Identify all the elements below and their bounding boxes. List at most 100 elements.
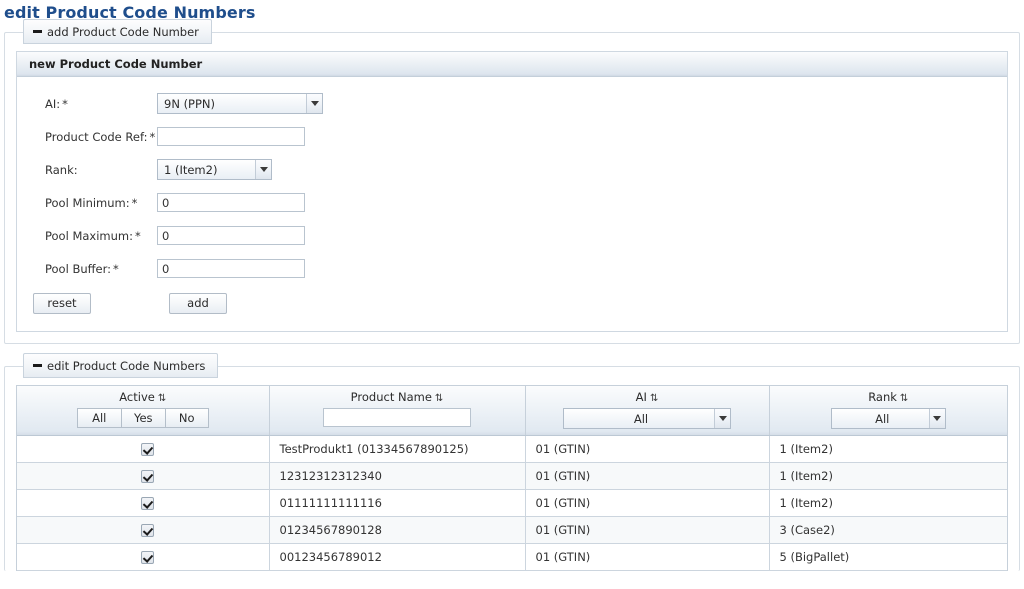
active-filter-all-button[interactable]: All	[76, 408, 121, 428]
sort-updown-icon[interactable]: ⇅	[435, 393, 443, 404]
form-buttons: reset add	[17, 287, 1007, 319]
label-pool-buffer-text: Pool Buffer:	[45, 261, 112, 276]
chevron-down-icon[interactable]	[255, 160, 271, 179]
cell-rank: 1 (Item2)	[769, 489, 1007, 517]
label-rank-required	[78, 163, 80, 177]
collapse-minus-icon[interactable]	[33, 29, 42, 33]
filter-ai: All	[526, 408, 769, 429]
label-product-code-ref-required: *	[149, 129, 156, 144]
edit-product-code-numbers-fieldset: edit Product Code Numbers Active ⇅ All Y…	[4, 353, 1020, 571]
column-header-active-label: Active	[119, 390, 155, 404]
ai-filter-select[interactable]: All	[563, 408, 731, 429]
form-row-pool-buffer: Pool Buffer: *	[17, 252, 1007, 285]
column-header-ai[interactable]: AI ⇅ All	[525, 386, 770, 436]
rank-select[interactable]: 1 (Item2)	[157, 159, 272, 180]
column-header-ai-label: AI	[635, 390, 647, 404]
panel-title: new Product Code Number	[17, 52, 1007, 77]
product-code-ref-input[interactable]	[157, 127, 305, 146]
table-row[interactable]: 00123456789012 01 (GTIN) 5 (BigPallet)	[17, 543, 1007, 571]
label-rank: Rank:	[17, 163, 157, 177]
filter-rank: All	[770, 408, 1008, 429]
add-product-code-number-fieldset: add Product Code Number new Product Code…	[4, 19, 1020, 344]
checkbox-checked-icon[interactable]	[141, 524, 155, 537]
cell-rank: 3 (Case2)	[769, 516, 1007, 544]
add-form: AI:* 9N (PPN) Product Code Ref:* Rank:	[17, 77, 1007, 331]
add-section-legend[interactable]: add Product Code Number	[23, 19, 212, 44]
edit-section-legend-label: edit Product Code Numbers	[47, 358, 206, 373]
chevron-down-icon[interactable]	[306, 94, 322, 113]
label-pool-minimum-required: *	[131, 195, 138, 210]
checkbox-checked-icon[interactable]	[141, 551, 155, 564]
cell-rank: 1 (Item2)	[769, 462, 1007, 490]
checkbox-checked-icon[interactable]	[141, 497, 155, 510]
label-rank-text: Rank:	[45, 162, 78, 177]
sort-updown-icon[interactable]: ⇅	[650, 393, 658, 404]
label-pool-minimum-text: Pool Minimum:	[45, 195, 130, 210]
column-header-product-name[interactable]: Product Name ⇅	[269, 386, 526, 436]
cell-product-name: 12312312312340	[269, 462, 526, 490]
cell-active	[17, 543, 270, 571]
chevron-down-icon[interactable]	[928, 409, 945, 428]
table-row[interactable]: 01234567890128 01 (GTIN) 3 (Case2)	[17, 516, 1007, 544]
cell-rank: 1 (Item2)	[769, 435, 1007, 463]
collapse-minus-icon[interactable]	[33, 363, 42, 367]
column-header-product-name-label: Product Name	[350, 390, 432, 404]
checkbox-checked-icon[interactable]	[141, 470, 155, 483]
rank-filter-select[interactable]: All	[830, 408, 946, 429]
cell-ai: 01 (GTIN)	[525, 435, 770, 463]
active-filter-no-button[interactable]: No	[164, 408, 209, 428]
pool-maximum-input[interactable]	[157, 226, 305, 245]
column-header-rank[interactable]: Rank ⇅ All	[769, 386, 1007, 436]
form-row-pool-minimum: Pool Minimum: *	[17, 186, 1007, 219]
cell-product-name: 01234567890128	[269, 516, 526, 544]
cell-active	[17, 489, 270, 517]
edit-section-legend[interactable]: edit Product Code Numbers	[23, 353, 219, 378]
checkbox-checked-icon[interactable]	[141, 443, 155, 456]
label-product-code-ref: Product Code Ref: *	[17, 130, 157, 144]
cell-product-name: 00123456789012	[269, 543, 526, 571]
cell-active	[17, 462, 270, 490]
form-row-product-code-ref: Product Code Ref: *	[17, 120, 1007, 153]
table-header-row: Active ⇅ All Yes No Product Name ⇅ AI ⇅ …	[17, 386, 1007, 436]
filter-product-name	[270, 408, 525, 427]
chevron-down-icon[interactable]	[714, 409, 730, 428]
product-name-filter-input[interactable]	[323, 408, 471, 427]
cell-ai: 01 (GTIN)	[525, 489, 770, 517]
label-pool-minimum: Pool Minimum: *	[17, 196, 157, 210]
label-product-code-ref-text: Product Code Ref:	[45, 129, 148, 144]
label-pool-maximum-text: Pool Maximum:	[45, 228, 133, 243]
active-filter-button-group: All Yes No	[76, 408, 209, 428]
add-button[interactable]: add	[169, 292, 227, 314]
product-code-numbers-table: Active ⇅ All Yes No Product Name ⇅ AI ⇅ …	[17, 386, 1007, 571]
ai-select[interactable]: 9N (PPN)	[157, 93, 323, 114]
label-ai-required: *	[62, 96, 68, 111]
table-row[interactable]: 12312312312340 01 (GTIN) 1 (Item2)	[17, 462, 1007, 490]
cell-active	[17, 516, 270, 544]
label-pool-buffer-required: *	[113, 261, 119, 276]
sort-updown-icon[interactable]: ⇅	[900, 393, 908, 404]
form-row-pool-maximum: Pool Maximum: *	[17, 219, 1007, 252]
ai-filter-value: All	[633, 411, 649, 426]
label-pool-maximum-required: *	[135, 228, 141, 243]
reset-button[interactable]: reset	[33, 292, 91, 314]
pool-buffer-input[interactable]	[157, 259, 305, 278]
cell-ai: 01 (GTIN)	[525, 543, 770, 571]
cell-ai: 01 (GTIN)	[525, 516, 770, 544]
cell-rank: 5 (BigPallet)	[769, 543, 1007, 571]
cell-active	[17, 435, 270, 463]
ai-select-value: 9N (PPN)	[164, 96, 216, 111]
new-product-code-number-panel: new Product Code Number AI: * 9N (PPN) Pr…	[16, 51, 1008, 332]
table-body: TestProdukt1 (01334567890125) 01 (GTIN) …	[17, 435, 1007, 571]
column-header-ai-title: AI ⇅	[526, 390, 769, 408]
rank-filter-value: All	[875, 411, 890, 426]
table-row[interactable]: 01111111111116 01 (GTIN) 1 (Item2)	[17, 489, 1007, 517]
column-header-active[interactable]: Active ⇅ All Yes No	[17, 386, 270, 436]
form-row-ai: AI: * 9N (PPN)	[17, 87, 1007, 120]
filter-active: All Yes No	[17, 408, 269, 428]
active-filter-yes-button[interactable]: Yes	[120, 408, 165, 428]
form-row-rank: Rank: 1 (Item2)	[17, 153, 1007, 186]
table-row[interactable]: TestProdukt1 (01334567890125) 01 (GTIN) …	[17, 435, 1007, 463]
pool-minimum-input[interactable]	[157, 193, 305, 212]
label-pool-maximum: Pool Maximum: *	[17, 229, 157, 243]
sort-updown-icon[interactable]: ⇅	[158, 393, 166, 404]
